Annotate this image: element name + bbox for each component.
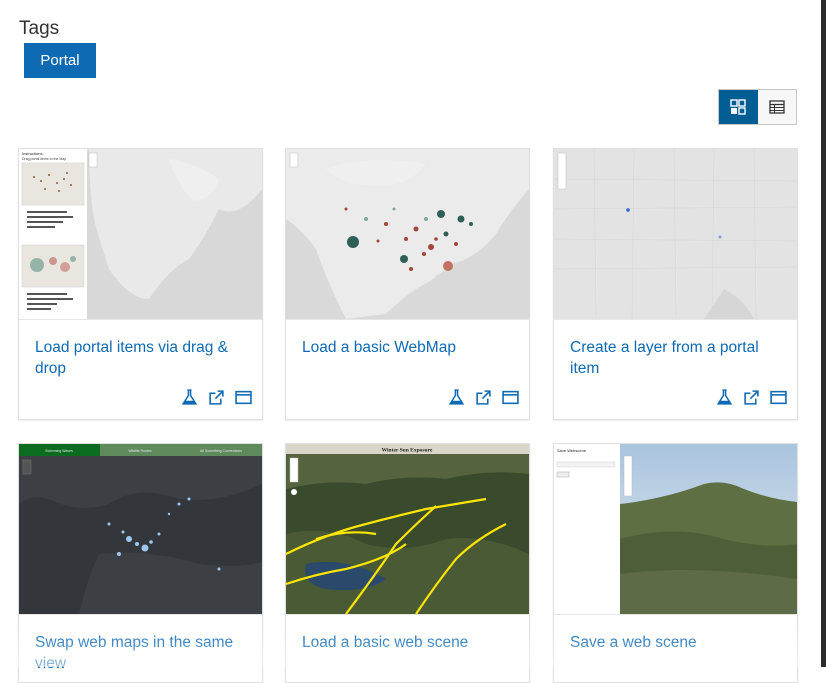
card-actions [181, 389, 252, 406]
card-title[interactable]: Swap web maps in the same view [35, 632, 245, 674]
map-thumbnail[interactable] [286, 149, 529, 320]
share-icon[interactable] [743, 389, 760, 406]
share-icon[interactable] [475, 389, 492, 406]
window-icon[interactable] [235, 389, 252, 406]
right-gutter [804, 0, 821, 667]
table-view-button[interactable] [757, 90, 796, 124]
scene-thumbnail[interactable]: Winter Sun Exposure [286, 444, 529, 615]
window-icon[interactable] [502, 389, 519, 406]
sample-card[interactable]: Swimming Waves Wildlife Routes All Somet… [18, 443, 263, 683]
instructions-sub: Drag portal items to the Map [22, 157, 66, 161]
sample-card[interactable]: Load a basic WebMap [285, 148, 530, 420]
card-actions [716, 389, 787, 406]
flask-icon[interactable] [716, 389, 733, 406]
swap-tab-3: All Something Connections [200, 449, 242, 453]
card-title[interactable]: Load a basic web scene [302, 632, 512, 653]
card-title[interactable]: Create a layer from a portal item [570, 337, 780, 379]
grid-view-button[interactable] [719, 90, 758, 124]
save-scene-title: Save Webscene [557, 448, 587, 453]
card-title[interactable]: Load a basic WebMap [302, 337, 512, 358]
tag-chip-portal[interactable]: Portal [24, 43, 96, 78]
tags-heading: Tags [19, 18, 60, 39]
map-thumbnail[interactable]: Swimming Waves Wildlife Routes All Somet… [19, 444, 262, 615]
map-thumbnail[interactable] [554, 149, 797, 320]
table-icon [769, 100, 785, 114]
swap-tab-2: Wildlife Routes [128, 449, 152, 453]
flask-icon[interactable] [181, 389, 198, 406]
card-actions [448, 389, 519, 406]
instructions-label: Instructions: [22, 151, 44, 156]
scene-title: Winter Sun Exposure [382, 448, 433, 454]
map-thumbnail[interactable]: Instructions: Drag portal items to the M… [19, 149, 262, 320]
share-icon[interactable] [208, 389, 225, 406]
card-title[interactable]: Save a web scene [570, 632, 780, 653]
window-edge [821, 0, 826, 667]
view-toggle [718, 89, 797, 125]
grid-icon [730, 99, 746, 115]
sample-card[interactable]: Create a layer from a portal item [553, 148, 798, 420]
scene-thumbnail[interactable]: Save Webscene [554, 444, 797, 615]
sample-card[interactable]: Winter Sun Exposure Load a basic web sce… [285, 443, 530, 683]
swap-tab-1: Swimming Waves [45, 449, 73, 453]
sample-card[interactable]: Save Webscene Save a web scene [553, 443, 798, 683]
flask-icon[interactable] [448, 389, 465, 406]
window-icon[interactable] [770, 389, 787, 406]
card-title[interactable]: Load portal items via drag & drop [35, 337, 245, 379]
sample-card[interactable]: Instructions: Drag portal items to the M… [18, 148, 263, 420]
